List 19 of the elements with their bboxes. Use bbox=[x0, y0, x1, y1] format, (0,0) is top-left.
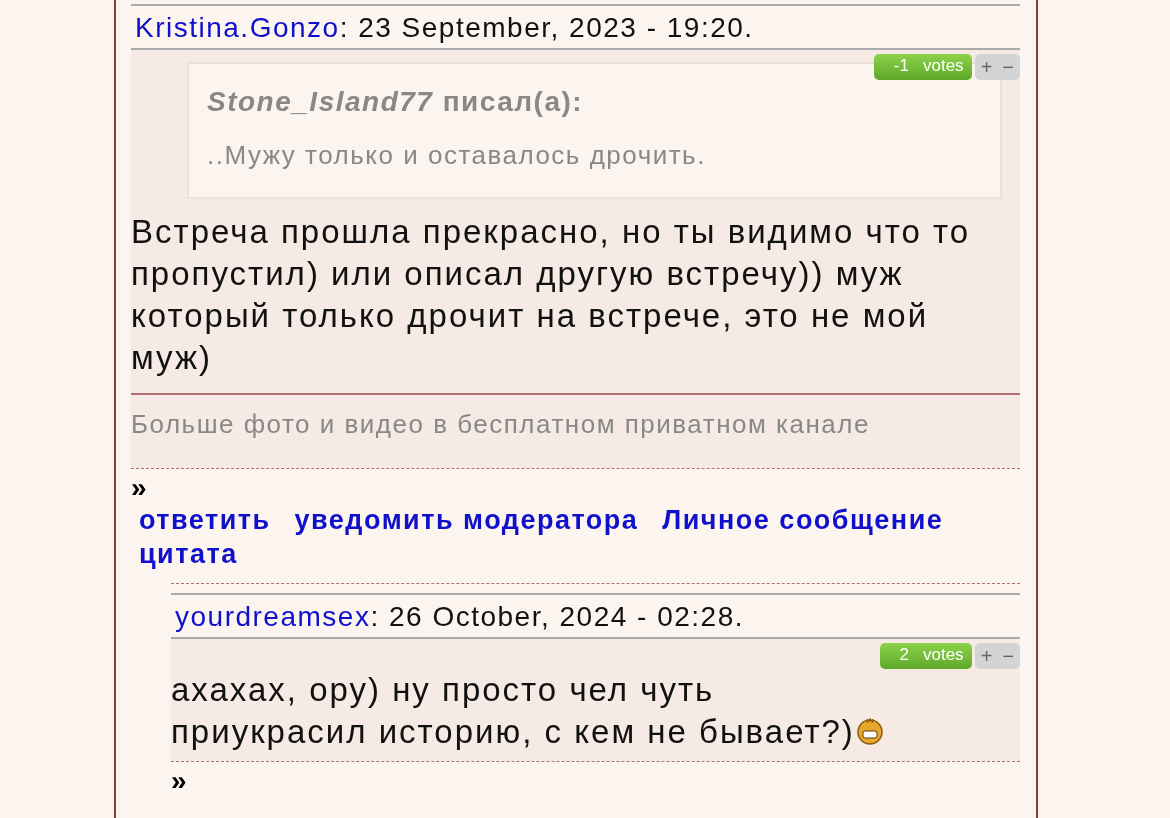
action-link[interactable]: цитата bbox=[139, 537, 238, 571]
quote-header: Stone_Island77 писал(а): bbox=[207, 86, 585, 118]
action-link[interactable]: Личное сообщение bbox=[662, 503, 944, 537]
post-date: : 23 September, 2023 - 19:20. bbox=[339, 12, 754, 43]
marker-text: » bbox=[131, 471, 150, 503]
author-link[interactable]: yourdreamsex bbox=[175, 601, 371, 632]
marker-text: » bbox=[171, 764, 190, 796]
post-text: Встреча прошла прекрасно, но ты видимо что то пропустил) или описал другую встречу)) муж который только дрочит на встрече, это не мой муж) bbox=[131, 212, 972, 378]
vote-buttons[interactable]: + − bbox=[974, 54, 1020, 80]
vote-buttons[interactable]: + − bbox=[974, 643, 1020, 669]
signature-text: Больше фото и видео в бесплатном приватном канале bbox=[131, 393, 1020, 468]
author-link[interactable]: Kristina.Gonzo bbox=[135, 12, 340, 43]
action-link[interactable]: ответить bbox=[139, 503, 271, 537]
quote-text: ..Мужу только и оставалось дрочить. bbox=[207, 140, 707, 171]
post-date: : 26 October, 2024 - 02:28. bbox=[370, 601, 745, 632]
post-text: ахахах, ору) ну просто чел чуть приукрасил историю, с кем не бывает?) bbox=[171, 669, 1020, 753]
vote-count: -1 votes bbox=[873, 54, 972, 80]
action-link[interactable]: уведомить модератора bbox=[294, 503, 639, 537]
vote-count: 2 votes bbox=[879, 643, 972, 669]
